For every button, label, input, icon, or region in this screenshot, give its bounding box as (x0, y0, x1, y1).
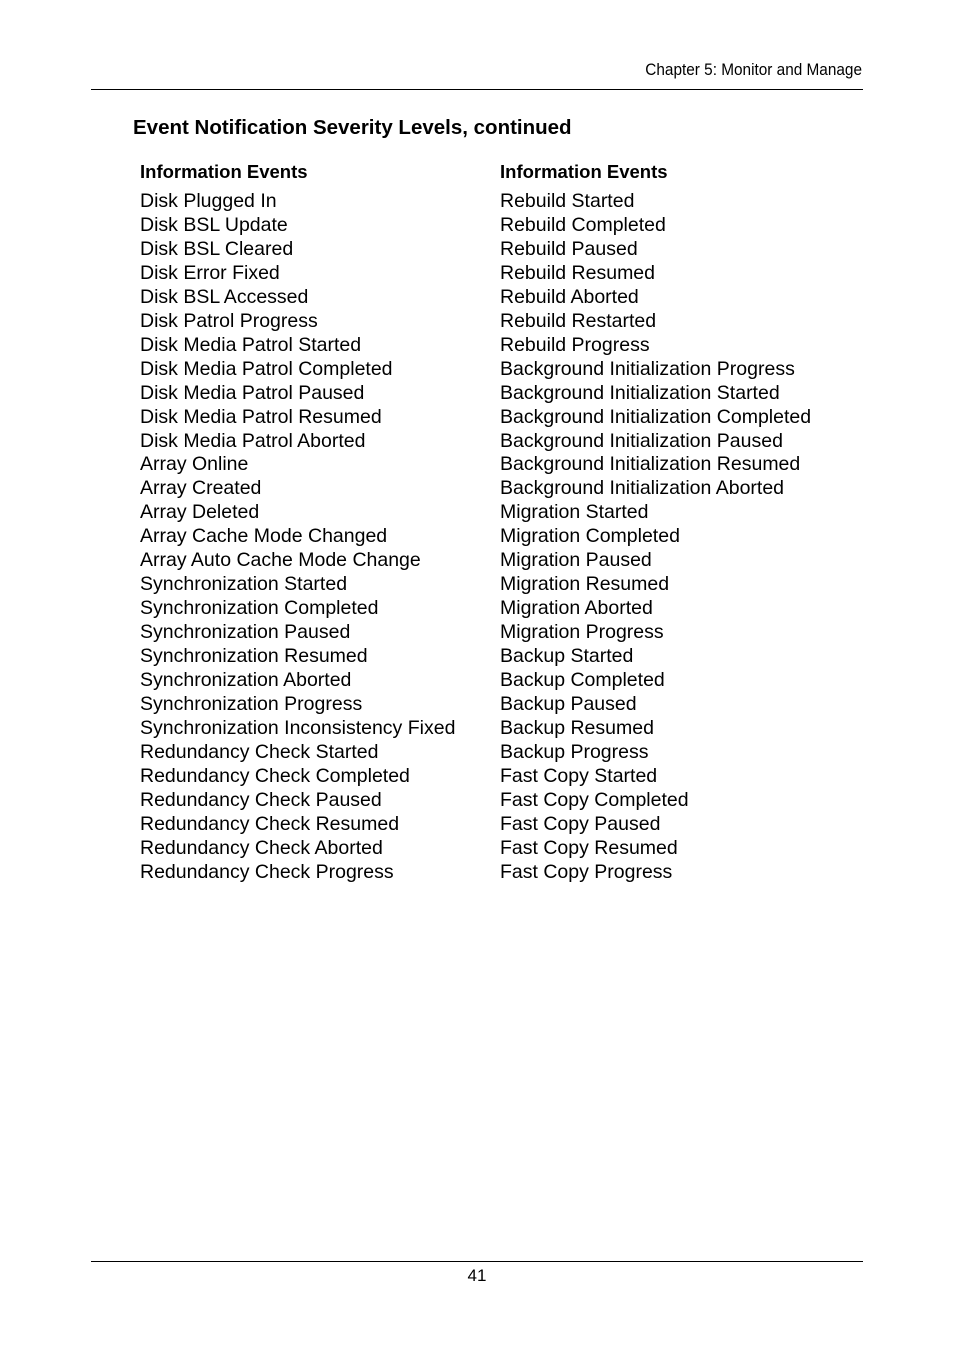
event-item: Migration Paused (500, 549, 652, 572)
event-item: Fast Copy Completed (500, 788, 689, 811)
event-item: Background Initialization Paused (500, 429, 783, 452)
event-item: Fast Copy Resumed (500, 836, 678, 859)
event-item: Rebuild Restarted (500, 309, 657, 332)
event-item: Backup Started (500, 645, 634, 668)
event-item: Disk Media Patrol Paused (140, 381, 365, 404)
event-item: Array Auto Cache Mode Change (140, 549, 421, 572)
event-item: Backup Progress (500, 740, 649, 763)
event-column-left: Information Events Disk Plugged In Disk B… (140, 160, 455, 885)
event-item: Disk Patrol Progress (140, 309, 318, 332)
event-item: Migration Started (500, 501, 649, 524)
event-item: Synchronization Resumed (140, 645, 368, 668)
event-item: Backup Resumed (500, 716, 654, 739)
event-item: Redundancy Check Started (140, 740, 379, 763)
event-item: Disk Media Patrol Completed (140, 357, 393, 380)
event-list: Disk Plugged In Disk BSL Update Disk BSL C… (140, 190, 455, 885)
event-item: Array Created (140, 477, 262, 500)
page-number: 41 (467, 1266, 487, 1285)
event-item: Synchronization Paused (140, 621, 351, 644)
event-item: Rebuild Completed (500, 213, 666, 236)
event-item: Synchronization Aborted (140, 669, 352, 692)
event-item: Rebuild Paused (500, 237, 638, 260)
event-item: Disk BSL Update (140, 213, 288, 236)
event-list: Rebuild Started Rebuild Completed Rebuild … (500, 190, 811, 885)
event-item: Rebuild Progress (500, 333, 650, 356)
event-item: Migration Aborted (500, 597, 653, 620)
event-item: Fast Copy Progress (500, 860, 673, 883)
event-item: Disk Error Fixed (140, 261, 280, 284)
event-item: Disk BSL Accessed (140, 285, 309, 308)
event-item: Disk Plugged In (140, 190, 277, 212)
event-item: Migration Progress (500, 621, 664, 644)
column-heading: Information Events (140, 161, 308, 182)
event-item: Migration Completed (500, 525, 680, 548)
event-item: Rebuild Started (500, 190, 635, 212)
event-item: Synchronization Progress (140, 693, 363, 716)
header-divider (91, 89, 863, 90)
event-item: Background Initialization Progress (500, 357, 795, 380)
event-item: Redundancy Check Progress (140, 860, 394, 883)
event-item: Redundancy Check Resumed (140, 812, 400, 835)
event-item: Synchronization Completed (140, 597, 379, 620)
column-heading: Information Events (500, 161, 668, 182)
event-item: Disk Media Patrol Resumed (140, 405, 382, 428)
event-item: Redundancy Check Paused (140, 788, 382, 811)
event-item: Redundancy Check Aborted (140, 836, 383, 859)
event-item: Migration Resumed (500, 573, 670, 596)
event-item: Backup Paused (500, 693, 637, 716)
event-item: Array Deleted (140, 501, 260, 524)
event-item: Fast Copy Paused (500, 812, 661, 835)
event-column-right: Information Events Rebuild Started Rebuil… (500, 160, 811, 885)
event-item: Disk Media Patrol Started (140, 333, 362, 356)
event-item: Background Initialization Aborted (500, 477, 785, 500)
footer-divider (91, 1261, 863, 1262)
event-item: Background Initialization Completed (500, 405, 812, 428)
running-header: Chapter 5: Monitor and Manage (645, 61, 862, 79)
event-item: Synchronization Inconsistency Fixed (140, 716, 456, 739)
event-item: Rebuild Resumed (500, 261, 656, 284)
event-item: Background Initialization Resumed (500, 453, 801, 476)
event-item: Redundancy Check Completed (140, 764, 410, 787)
event-item: Array Online (140, 453, 249, 476)
section-title: Event Notification Severity Levels, cont… (133, 116, 572, 139)
event-item: Synchronization Started (140, 573, 348, 596)
event-item: Disk Media Patrol Aborted (140, 429, 366, 452)
event-item: Array Cache Mode Changed (140, 525, 388, 548)
event-item: Backup Completed (500, 669, 665, 692)
event-item: Fast Copy Started (500, 764, 658, 787)
event-item: Background Initialization Started (500, 381, 780, 404)
event-item: Rebuild Aborted (500, 285, 639, 308)
event-item: Disk BSL Cleared (140, 237, 294, 260)
